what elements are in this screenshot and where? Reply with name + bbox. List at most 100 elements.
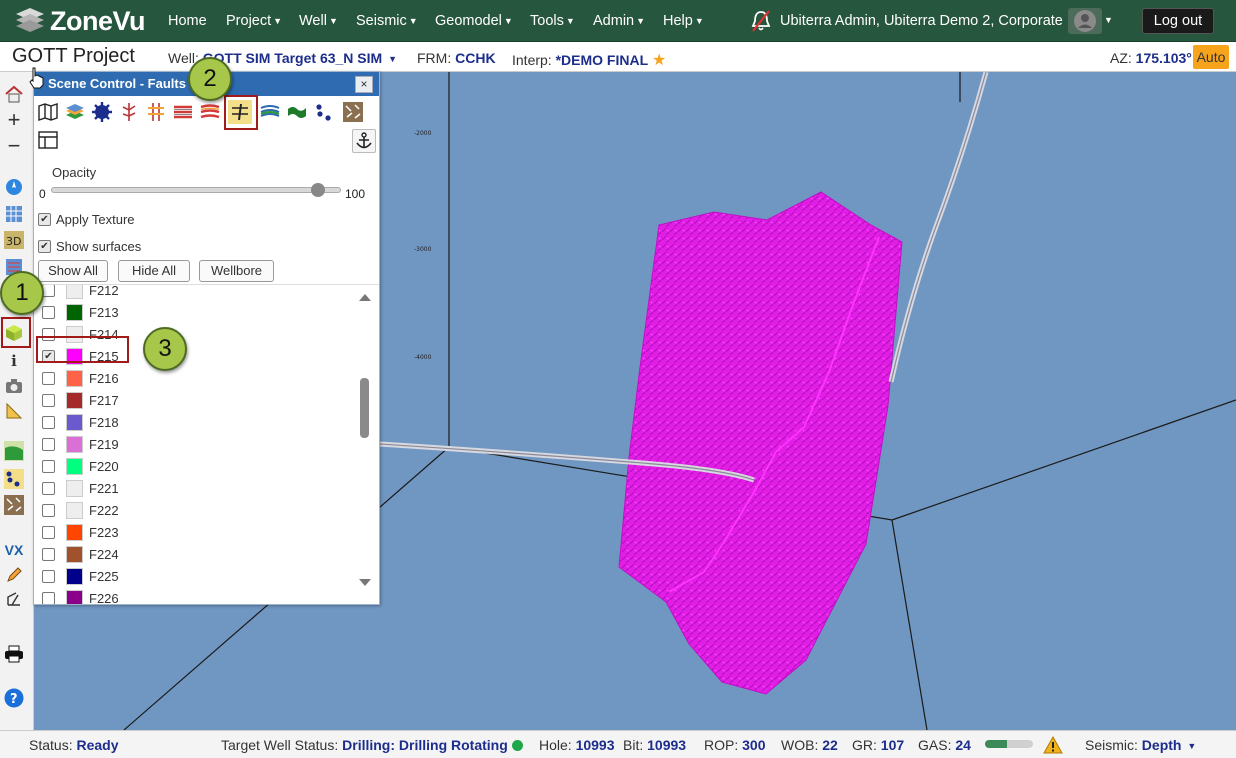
fault-checkbox[interactable]: [42, 415, 55, 429]
nav-project[interactable]: Project ▼: [226, 13, 282, 29]
3d-view-icon[interactable]: 3D: [3, 229, 25, 251]
wellbore-vertical[interactable]: [888, 72, 989, 383]
map-icon[interactable]: [36, 100, 60, 124]
fault-color-swatch[interactable]: [66, 369, 83, 387]
fault-checkbox[interactable]: [42, 547, 55, 561]
surface-icon[interactable]: [285, 100, 309, 124]
gear-icon[interactable]: [90, 100, 114, 124]
fault-surface-f215[interactable]: [618, 191, 903, 695]
fault-color-swatch[interactable]: [66, 391, 83, 409]
fault-checkbox[interactable]: [42, 525, 55, 539]
fault-row[interactable]: F224: [42, 543, 119, 565]
fault-checkbox[interactable]: [42, 371, 55, 385]
nav-tools[interactable]: Tools ▼: [530, 13, 575, 29]
fault-row[interactable]: F226: [42, 587, 119, 604]
interp-info[interactable]: Interp: *DEMO FINAL ★: [512, 50, 666, 70]
fault-row[interactable]: F216: [42, 367, 119, 389]
hide-all-button[interactable]: Hide All: [118, 260, 190, 282]
fault-color-swatch[interactable]: [66, 457, 83, 475]
nav-help[interactable]: Help ▼: [663, 13, 704, 29]
fault-checkbox[interactable]: [42, 591, 55, 604]
show-surfaces-checkbox[interactable]: ✔ Show surfaces: [38, 239, 141, 254]
notifications-off-icon[interactable]: [750, 9, 772, 33]
fault-row[interactable]: F217: [42, 389, 119, 411]
fault-row[interactable]: F221: [42, 477, 119, 499]
fault-row[interactable]: F212: [42, 285, 119, 301]
fault-checkbox[interactable]: [42, 393, 55, 407]
info-icon[interactable]: i: [3, 350, 25, 372]
texture-icon[interactable]: [341, 100, 365, 124]
fault-color-swatch[interactable]: [66, 479, 83, 497]
user-name[interactable]: Ubiterra Admin, Ubiterra Demo 2, Corpora…: [780, 13, 1063, 29]
fault-color-swatch[interactable]: [66, 501, 83, 519]
nav-well[interactable]: Well ▼: [299, 13, 338, 29]
fault-color-swatch[interactable]: [66, 567, 83, 585]
fault-color-swatch[interactable]: [66, 413, 83, 431]
fault-row[interactable]: F225: [42, 565, 119, 587]
home-icon[interactable]: [3, 83, 25, 105]
scroll-thumb[interactable]: [360, 378, 369, 438]
fault-color-swatch[interactable]: [66, 545, 83, 563]
fault-row[interactable]: F219: [42, 433, 119, 455]
star-icon[interactable]: ★: [652, 52, 666, 69]
zonevu-logo[interactable]: ZoneVu: [14, 5, 146, 37]
layout-icon[interactable]: [36, 128, 60, 152]
anchor-icon[interactable]: [352, 129, 376, 153]
fault-checkbox[interactable]: [42, 459, 55, 473]
nav-admin[interactable]: Admin ▼: [593, 13, 645, 29]
camera-icon[interactable]: [3, 375, 25, 397]
compass-icon[interactable]: [3, 176, 25, 198]
fault-row[interactable]: F220: [42, 455, 119, 477]
draw-tool-icon[interactable]: [3, 588, 25, 610]
zoom-out-icon[interactable]: −: [3, 133, 25, 158]
opacity-slider[interactable]: [51, 187, 341, 193]
auto-button[interactable]: Auto: [1193, 45, 1229, 69]
fault-row[interactable]: F218: [42, 411, 119, 433]
nav-geomodel[interactable]: Geomodel ▼: [435, 13, 513, 29]
seismic-domain-selector[interactable]: Seismic: Depth ▼: [1085, 737, 1196, 753]
ruler-icon[interactable]: [3, 400, 25, 422]
well-points-icon[interactable]: [3, 468, 25, 490]
wellbore-button[interactable]: Wellbore: [199, 260, 274, 282]
close-button[interactable]: ×: [355, 76, 373, 93]
fault-color-swatch[interactable]: [66, 523, 83, 541]
grids-icon[interactable]: [258, 100, 282, 124]
fault-list-scrollbar[interactable]: [356, 286, 372, 591]
zones-icon[interactable]: [198, 100, 222, 124]
horizons-icon[interactable]: [171, 100, 195, 124]
fault-texture-icon[interactable]: [3, 494, 25, 516]
print-icon[interactable]: [3, 643, 25, 665]
fault-row[interactable]: F222: [42, 499, 119, 521]
help-icon[interactable]: ?: [3, 687, 25, 709]
fault-row[interactable]: F223: [42, 521, 119, 543]
scroll-up-icon[interactable]: [359, 294, 371, 301]
fault-color-swatch[interactable]: [66, 303, 83, 321]
well-path-icon[interactable]: [117, 100, 141, 124]
fault-row[interactable]: F213: [42, 301, 119, 323]
logout-button[interactable]: Log out: [1142, 8, 1214, 34]
scroll-down-icon[interactable]: [359, 579, 371, 586]
pencil-icon[interactable]: [3, 564, 25, 586]
nav-seismic[interactable]: Seismic ▼: [356, 13, 418, 29]
avatar[interactable]: [1068, 8, 1102, 34]
apply-texture-checkbox[interactable]: ✔ Apply Texture: [38, 212, 135, 227]
layers-icon[interactable]: [63, 100, 87, 124]
fault-checkbox[interactable]: [42, 503, 55, 517]
points-icon[interactable]: [312, 100, 336, 124]
fault-checkbox[interactable]: [42, 437, 55, 451]
user-menu-caret-icon[interactable]: ▼: [1104, 15, 1113, 25]
horizon-surfaces-icon[interactable]: [3, 440, 25, 462]
well-logs-icon[interactable]: [144, 100, 168, 124]
fault-color-swatch[interactable]: [66, 435, 83, 453]
fault-checkbox[interactable]: [42, 481, 55, 495]
fault-checkbox[interactable]: [42, 305, 55, 319]
zoom-in-icon[interactable]: +: [3, 107, 25, 132]
vx-icon[interactable]: VX: [3, 539, 25, 561]
nav-home[interactable]: Home: [168, 13, 207, 29]
grid-view-icon[interactable]: [3, 203, 25, 225]
show-all-button[interactable]: Show All: [38, 260, 108, 282]
fault-color-swatch[interactable]: [66, 285, 83, 299]
fault-color-swatch[interactable]: [66, 589, 83, 604]
opacity-slider-handle[interactable]: [310, 183, 325, 197]
warning-icon[interactable]: [1043, 736, 1063, 754]
